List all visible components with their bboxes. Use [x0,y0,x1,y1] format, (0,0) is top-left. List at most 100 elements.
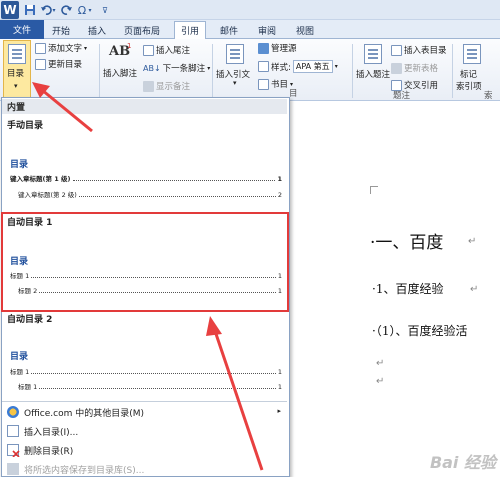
toc-line-page: 1 [277,383,282,391]
endnote-icon [143,44,154,56]
add-text-label: 添加文字 [48,44,83,54]
heading-1[interactable]: ·一、百度 [370,228,443,253]
auto-toc-2-line: 标题 1 1 [18,381,282,391]
update-toc-button[interactable]: 更新目录 [35,58,82,70]
auto-toc-2-name: 自动目录 2 [7,315,53,325]
builtin-section-header: 内置 [2,99,287,114]
save-selection-to-gallery-item[interactable]: 将所选内容保存到目录库(S)... [2,460,287,477]
tab-mailings[interactable]: 邮件 [214,22,244,39]
tab-review[interactable]: 审阅 [252,22,282,39]
bibliography-label: 书目 [271,80,289,90]
next-footnote-label: 下一条脚注 [162,64,206,74]
insert-toc-icon [7,425,19,437]
next-footnote-button[interactable]: AB↓ 下一条脚注 ▾ [143,62,211,75]
symbol-dropdown-icon[interactable]: ▾ [86,2,94,18]
show-notes-icon [143,80,154,92]
heading-3[interactable]: ·（1）、百度经验活 [372,322,467,339]
index-group-label-fragment: 索 [484,91,493,101]
chevron-down-icon: ▾ [14,82,18,90]
redo-icon[interactable] [59,2,75,18]
insert-table-of-figures-button[interactable]: 插入表目录 [391,44,447,56]
show-notes-button[interactable]: 显示备注 [143,80,190,92]
style-dropdown[interactable]: APA 第五 [292,60,333,73]
heading-2[interactable]: ·1、百度经验 [372,280,443,297]
office-icon [7,406,19,418]
manage-sources-icon [258,42,269,54]
tab-home[interactable]: 开始 [46,22,76,39]
manual-toc-title: 目录 [10,160,29,170]
bibliography-button[interactable]: 书目 ▾ [258,78,293,90]
insert-caption-label: 插入题注 [356,70,391,80]
auto-toc-2-option[interactable]: 自动目录 2 目录 标题 1 1 标题 1 1 [2,312,287,400]
delete-toc-icon [7,444,20,457]
tab-file[interactable]: 文件 [0,20,44,39]
insert-toc-item[interactable]: 插入目录(I)... [2,422,287,440]
toc-button-label: 目录 [7,69,25,79]
menu-separator [2,401,287,402]
update-table-icon [391,62,402,74]
update-table-button[interactable]: 更新表格 [391,62,438,74]
add-text-icon [35,42,46,54]
toc-line-text: 标题 1 [18,383,38,391]
chevron-down-icon: ▾ [207,64,211,72]
footnote-superscript-icon: 1 [127,42,132,50]
chevron-down-icon: ▾ [84,44,88,52]
group-separator [352,44,353,98]
citation-icon [226,44,244,64]
customize-icon[interactable]: ⊽ [97,2,113,18]
insert-endnote-label: 插入尾注 [156,46,191,56]
tab-view[interactable]: 视图 [290,22,320,39]
show-notes-label: 显示备注 [156,82,191,92]
menu-item-label: Office.com 中的其他目录(M) [24,408,145,419]
insert-footnote-button[interactable]: AB 1 插入脚注 [103,42,145,86]
tab-page-layout[interactable]: 页面布局 [118,22,166,39]
manage-sources-label: 管理源 [271,44,297,54]
highlight-box [1,212,289,312]
word-app-icon[interactable]: W [1,1,19,19]
menu-item-label: 插入目录(I)... [24,427,79,438]
save-icon[interactable] [22,2,38,18]
insert-endnote-button[interactable]: 插入尾注 [143,44,190,56]
insert-table-of-figures-label: 插入表目录 [404,46,447,56]
mark-entry-button[interactable]: 标记 索引项 [456,42,488,94]
watermark: Bai 经验 [429,453,496,472]
manual-toc-option[interactable]: 手动目录 目录 键入章标题(第 1 级) 1 键入章标题(第 2 级) 2 [2,115,287,210]
insert-footnote-label: 插入脚注 [103,69,138,79]
tab-references[interactable]: 引用 [174,21,207,40]
group-separator [452,44,453,98]
delete-toc-item[interactable]: 删除目录(R) [2,441,287,459]
undo-dropdown-icon[interactable]: ▾ [50,2,58,18]
insert-caption-button[interactable]: 插入题注 [356,42,392,86]
mark-entry-label-line2: 索引项 [456,82,482,92]
save-selection-icon [7,463,19,475]
chevron-down-icon: ▾ [233,79,237,87]
chevron-right-icon: ▸ [277,407,281,415]
caption-group-label: 题注 [393,91,411,101]
mark-entry-icon [463,44,481,64]
table-of-figures-icon [391,44,402,56]
paragraph-mark: ↵ [376,376,385,387]
toc-icon [8,44,26,64]
tab-insert[interactable]: 插入 [82,22,112,39]
paragraph-mark: ↵ [468,236,477,247]
more-toc-from-office-item[interactable]: Office.com 中的其他目录(M) ▸ [2,403,287,421]
style-label: 样式: [271,62,291,73]
insert-citation-button[interactable]: 插入引文 ▾ [216,42,256,96]
style-selector[interactable]: 样式: APA 第五 ▾ [258,60,338,73]
update-toc-icon [35,58,46,70]
chevron-down-icon: ▾ [334,63,338,70]
caption-icon [364,44,382,64]
toc-line-text: 标题 1 [10,368,30,376]
next-footnote-icon: AB↓ [143,63,161,73]
add-text-button[interactable]: 添加文字 ▾ [35,42,87,54]
update-toc-label: 更新目录 [48,60,83,70]
menu-item-label: 将所选内容保存到目录库(S)... [24,465,145,476]
paragraph-mark: ↵ [470,284,479,295]
toc-line-page: 2 [277,191,282,199]
menu-item-label: 删除目录(R) [24,446,74,457]
manual-toc-line: 键入章标题(第 2 级) 2 [18,189,282,199]
toc-button[interactable]: 目录 ▾ [3,40,31,100]
manage-sources-button[interactable]: 管理源 [258,42,297,54]
group-label-fragment: 目 [289,89,298,99]
toc-line-page: 1 [277,368,282,376]
